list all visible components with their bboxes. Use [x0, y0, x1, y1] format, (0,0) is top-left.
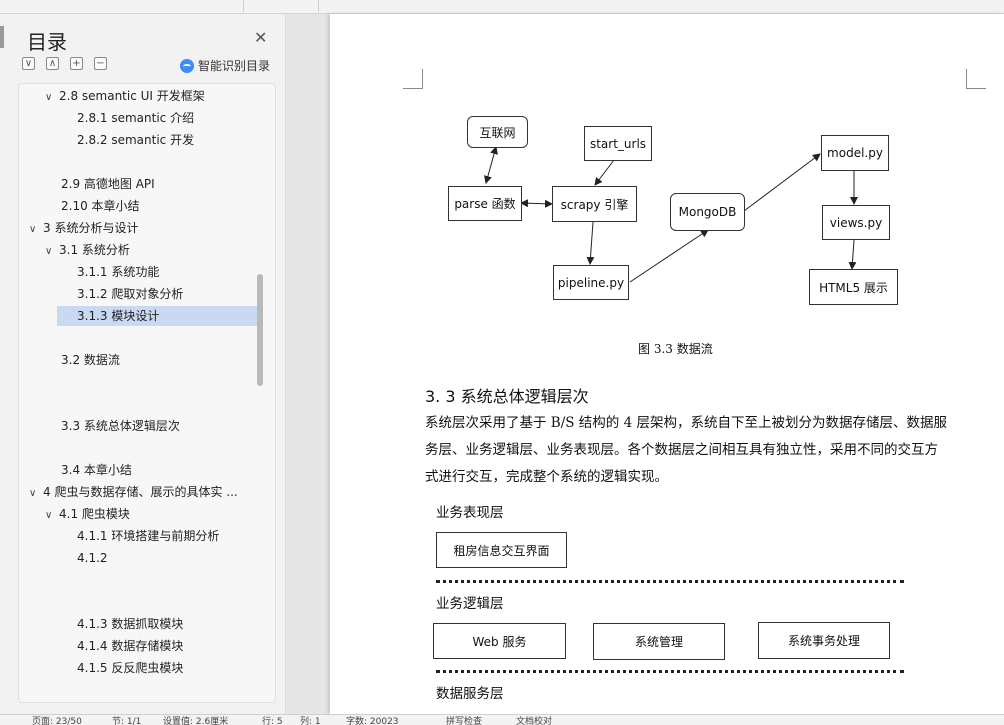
chevron-down-icon[interactable]: ∨ — [45, 242, 59, 262]
section-heading: 3. 3 系统总体逻辑层次 — [425, 387, 589, 406]
toc-item[interactable]: 3.1.2 爬取对象分析 — [77, 284, 183, 304]
close-icon[interactable]: ✕ — [254, 28, 267, 47]
layer-divider — [436, 580, 904, 583]
toc-item[interactable]: 4.1.5 反反爬虫模块 — [77, 658, 183, 678]
layer-box: Web 服务 — [433, 623, 566, 659]
remove-icon[interactable]: − — [94, 57, 107, 70]
toc-item[interactable]: 3.1.1 系统功能 — [77, 262, 159, 282]
layer-box: 系统事务处理 — [758, 622, 890, 659]
top-toolbar-strip — [0, 0, 1004, 14]
toc-item[interactable]: 3.3 系统总体逻辑层次 — [61, 416, 180, 436]
layer-label-logic: 业务逻辑层 — [436, 596, 504, 612]
document-page: 互联网 start_urls parse 函数 scrapy 引擎 MongoD… — [330, 14, 1004, 714]
node-internet: 互联网 — [467, 116, 528, 148]
toc-item[interactable]: 4.1.1 环境搭建与前期分析 — [77, 526, 219, 546]
toc-scrollbar[interactable] — [257, 274, 263, 386]
layer-divider — [436, 670, 904, 673]
collapse-all-icon[interactable]: ∧ — [46, 57, 59, 70]
toc-item[interactable]: ∨ 4.1 爬虫模块 — [45, 504, 130, 524]
expand-all-icon[interactable]: ∨ — [22, 57, 35, 70]
add-icon[interactable]: + — [70, 57, 83, 70]
status-bar: 页面: 23/50 节: 1/1 设置值: 2.6厘米 行: 5 列: 1 字数… — [0, 714, 1004, 725]
layer-box: 系统管理 — [593, 623, 725, 660]
toc-item[interactable]: 4.1.3 数据抓取模块 — [77, 614, 183, 634]
status-row: 行: 5 — [262, 717, 283, 725]
status-page[interactable]: 页面: 23/50 — [32, 715, 82, 725]
toc-item[interactable]: 3.4 本章小结 — [61, 460, 132, 480]
toc-item[interactable]: 4.1.4 数据存储模块 — [77, 636, 183, 656]
node-pipeline: pipeline.py — [553, 265, 629, 300]
toc-item[interactable]: ∨ 4 爬虫与数据存储、展示的具体实 ... — [29, 482, 238, 502]
node-views: views.py — [822, 205, 890, 240]
document-area: 互联网 start_urls parse 函数 scrapy 引擎 MongoD… — [287, 14, 1004, 714]
layer-label-data-service: 数据服务层 — [436, 686, 504, 702]
node-mongodb: MongoDB — [670, 193, 745, 231]
toc-item[interactable]: ∨ 3 系统分析与设计 — [29, 218, 138, 238]
ai-recognize-label: 智能识别目录 — [198, 59, 271, 73]
toolbar-divider — [318, 0, 319, 12]
layer-box: 租房信息交互界面 — [436, 532, 567, 568]
toc-item[interactable]: 4.1.2 — [77, 548, 108, 568]
toc-item[interactable]: 2.9 高德地图 API — [61, 174, 155, 194]
status-wordcount[interactable]: 字数: 20023 — [346, 715, 399, 725]
toc-item[interactable]: 2.8.1 semantic 介绍 — [77, 108, 194, 128]
toc-item[interactable]: 2.8.2 semantic 开发 — [77, 130, 194, 150]
status-column: 列: 1 — [300, 717, 321, 725]
ai-recognize-toc-button[interactable]: 智能识别目录 — [180, 57, 270, 74]
layer-label-presentation: 业务表现层 — [436, 505, 504, 521]
node-scrapy: scrapy 引擎 — [552, 186, 637, 222]
proofread-button[interactable]: 文档校对 — [516, 715, 552, 725]
node-start-urls: start_urls — [584, 126, 652, 161]
toc-item[interactable]: ∨ 3.1 系统分析 — [45, 240, 130, 260]
toolbar-divider — [243, 0, 244, 12]
toc-item-active[interactable]: 3.1.3 模块设计 — [57, 306, 257, 326]
toc-item[interactable]: 3.2 数据流 — [61, 350, 120, 370]
toc-item[interactable]: ∨ 2.8 semantic UI 开发框架 — [45, 86, 205, 106]
chevron-down-icon[interactable]: ∨ — [29, 484, 43, 504]
paragraph-line: 系统层次采用了基于 B/S 结构的 4 层架构，系统自下至上被划分为数据存储层、… — [425, 415, 947, 431]
toc-item[interactable]: 2.10 本章小结 — [61, 196, 140, 216]
chevron-down-icon[interactable]: ∨ — [45, 88, 59, 108]
status-section: 节: 1/1 — [112, 717, 142, 725]
chevron-down-icon[interactable]: ∨ — [45, 506, 59, 526]
spellcheck-button[interactable]: 拼写检查 — [446, 715, 482, 725]
toc-title: 目录 — [27, 30, 67, 54]
status-setting: 设置值: 2.6厘米 — [163, 717, 229, 725]
ai-icon — [180, 58, 194, 73]
toc-sidebar: 目录 ✕ ∨ ∧ + − 智能识别目录 ∨ 2.8 semantic UI 开发框… — [0, 14, 286, 714]
node-parse: parse 函数 — [448, 186, 522, 221]
paragraph-line: 式进行交互，完成整个系统的逻辑实现。 — [425, 469, 668, 485]
sidebar-edge-tab[interactable] — [0, 26, 4, 48]
figure-caption: 图 3.3 数据流 — [638, 342, 713, 356]
node-html5: HTML5 展示 — [809, 269, 898, 305]
paragraph-line: 务层、业务逻辑层、业务表现层。各个数据层之间相互具有独立性，采用不同的交互方 — [425, 442, 938, 458]
chevron-down-icon[interactable]: ∨ — [29, 220, 43, 240]
node-model: model.py — [821, 135, 889, 171]
dataflow-arrows — [484, 146, 858, 283]
toc-list: ∨ 2.8 semantic UI 开发框架 2.8.1 semantic 介绍 … — [18, 83, 276, 703]
